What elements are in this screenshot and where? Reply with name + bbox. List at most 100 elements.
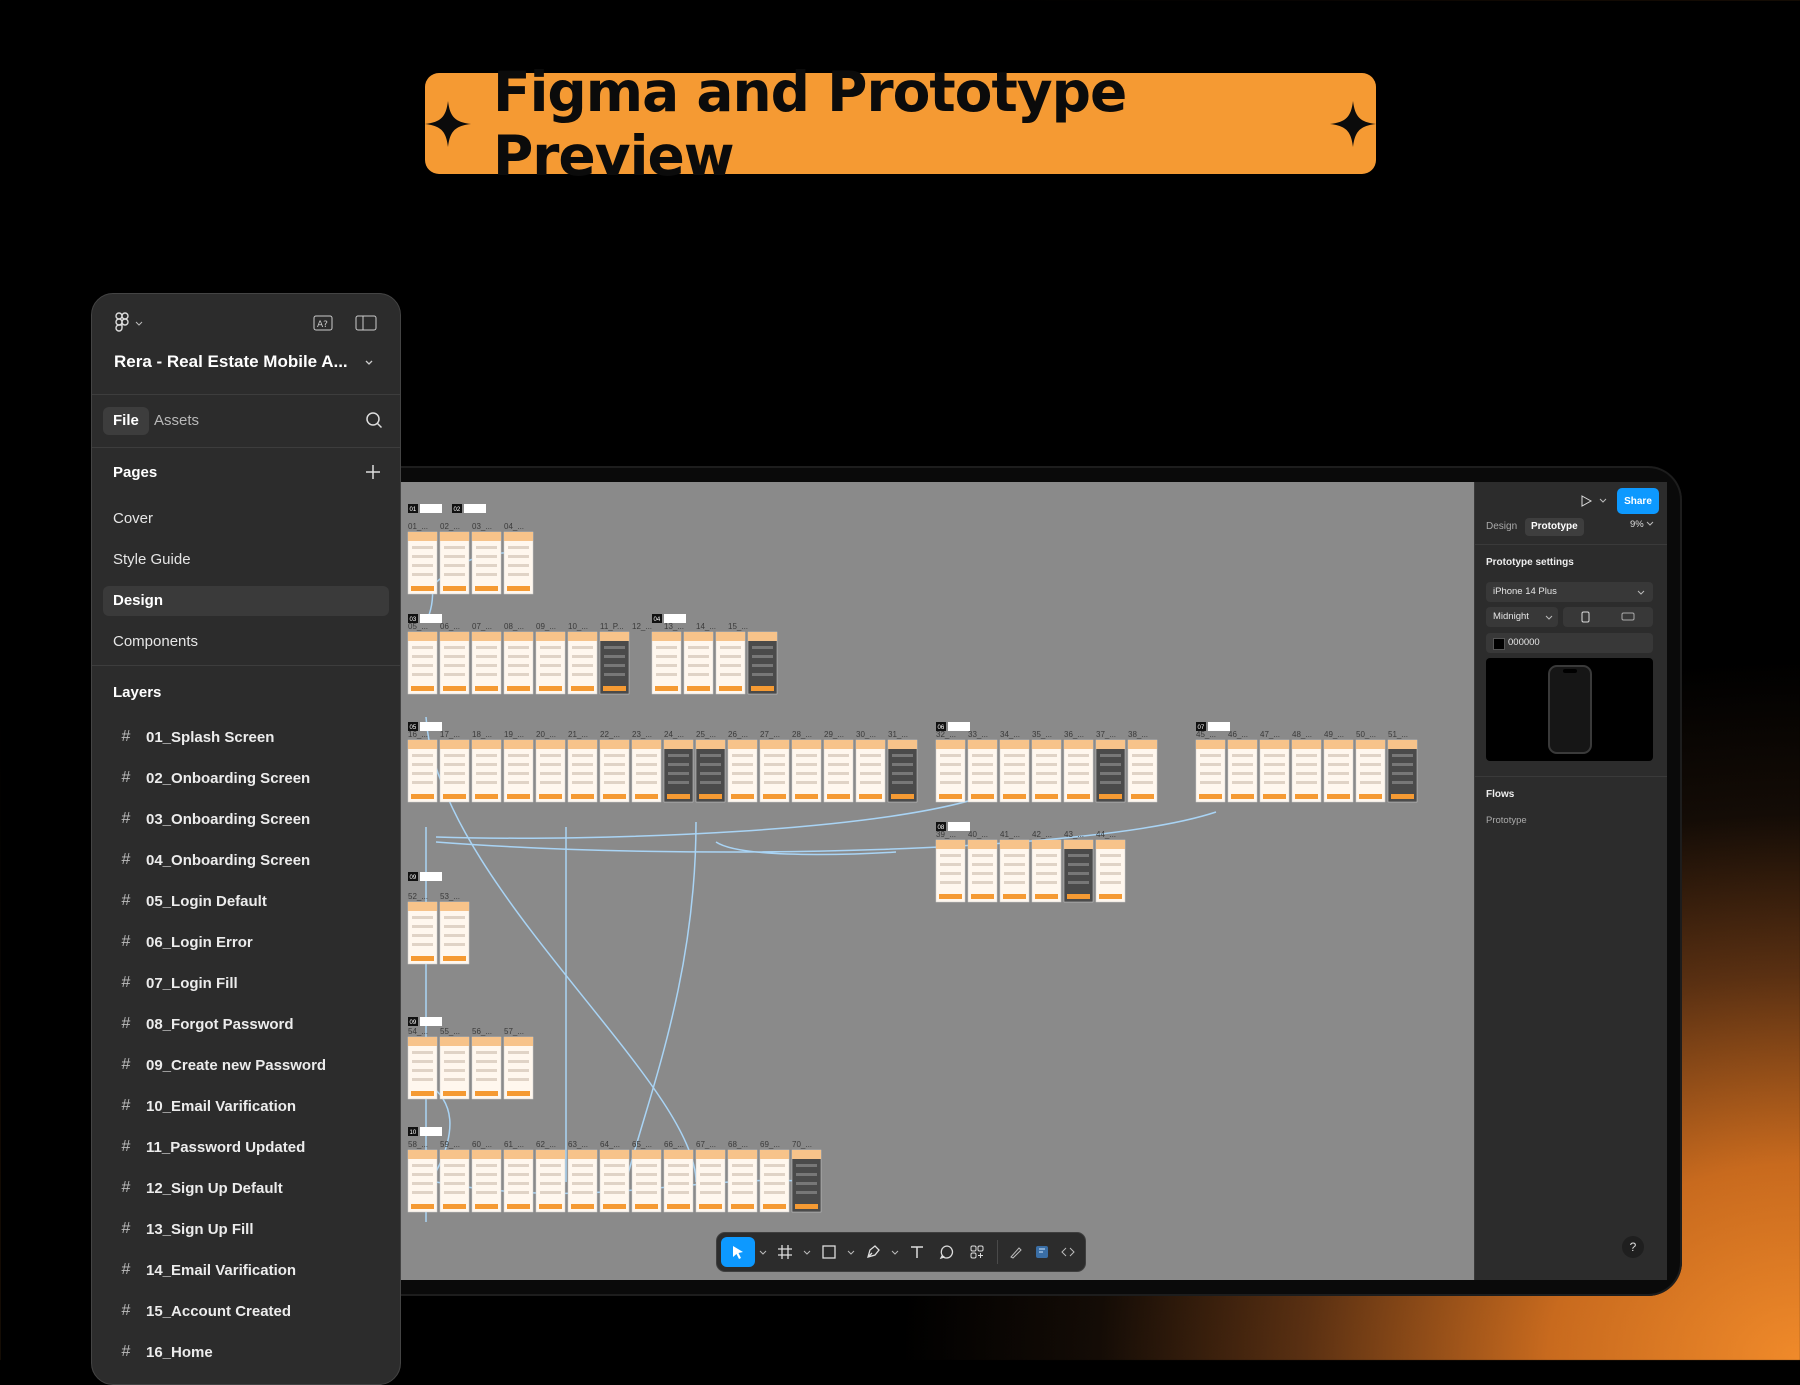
screen-frame: [567, 739, 598, 803]
frame-content: [412, 754, 433, 757]
layer-item[interactable]: #06_Login Error: [114, 930, 253, 954]
screen-frame: [1259, 739, 1290, 803]
frame-header: [792, 1150, 821, 1159]
main-menu[interactable]: [114, 312, 144, 334]
tab-prototype[interactable]: Prototype: [1525, 518, 1584, 536]
figma-canvas[interactable]: 01 02 01_... 02_... 03_... 04_... 03 04 05_... 06…: [396, 482, 1474, 1280]
screen-frame: [1355, 739, 1386, 803]
frame-content: [476, 646, 497, 649]
orientation-toggle[interactable]: [1563, 607, 1653, 627]
frame-icon[interactable]: [771, 1237, 799, 1267]
color-swatch[interactable]: [1493, 638, 1505, 650]
flow-item[interactable]: Prototype: [1486, 815, 1527, 826]
page-item-style-guide[interactable]: Style Guide: [103, 545, 389, 575]
frame-button: [1391, 794, 1414, 799]
layer-item[interactable]: #16_Home: [114, 1340, 213, 1364]
add-page-icon[interactable]: [363, 462, 383, 482]
frame-label: 08_...: [504, 622, 524, 631]
frame-header: [504, 532, 533, 541]
layer-item[interactable]: #05_Login Default: [114, 889, 267, 913]
frame-content: [572, 673, 593, 676]
components-icon[interactable]: [963, 1237, 991, 1267]
layer-item[interactable]: #04_Onboarding Screen: [114, 848, 311, 872]
layer-item[interactable]: #07_Login Fill: [114, 971, 238, 995]
background-color-field[interactable]: 000000: [1486, 633, 1653, 653]
move-icon[interactable]: [721, 1237, 755, 1267]
zoom-level[interactable]: 9%: [1630, 519, 1654, 530]
frame-content: [668, 781, 689, 784]
page-item-design[interactable]: Design: [103, 586, 389, 616]
layer-item[interactable]: #03_Onboarding Screen: [114, 807, 311, 831]
present-icon[interactable]: [1579, 494, 1593, 511]
frame-content: [412, 646, 433, 649]
frame-content: [476, 1060, 497, 1063]
frame-content: [1036, 781, 1057, 784]
frame-content: [764, 1182, 785, 1185]
text-icon[interactable]: [903, 1237, 931, 1267]
frame-button: [667, 1204, 690, 1209]
layer-item[interactable]: #14_Email Varification: [114, 1258, 297, 1282]
layer-item[interactable]: #10_Email Varification: [114, 1094, 297, 1118]
tab-design[interactable]: Design: [1480, 518, 1523, 536]
frame-content: [572, 1164, 593, 1167]
frame-content: [972, 854, 993, 857]
rectangle-icon[interactable]: [815, 1237, 843, 1267]
frame-header: [568, 632, 597, 641]
frame-button: [635, 794, 658, 799]
frame-content: [508, 564, 529, 567]
page-item-components[interactable]: Components: [103, 627, 389, 657]
tab-file[interactable]: File: [103, 407, 149, 435]
ai-icon[interactable]: A?: [312, 312, 334, 334]
page-item-cover[interactable]: Cover: [103, 504, 389, 534]
frame-content: [860, 781, 881, 784]
frame-content: [732, 1182, 753, 1185]
chevron-down-icon[interactable]: [845, 1237, 857, 1267]
layer-item[interactable]: #02_Onboarding Screen: [114, 766, 311, 790]
layer-item[interactable]: #15_Account Created: [114, 1299, 292, 1323]
design-mode-icon[interactable]: [1030, 1237, 1054, 1267]
frame-label: 45_...: [1196, 730, 1216, 739]
frame-content: [1200, 772, 1221, 775]
comment-icon[interactable]: [933, 1237, 961, 1267]
share-button[interactable]: Share: [1617, 488, 1659, 514]
frame-content: [1264, 763, 1285, 766]
device-select[interactable]: iPhone 14 Plus: [1486, 582, 1653, 602]
chevron-down-icon[interactable]: [1599, 496, 1607, 507]
layer-item[interactable]: #12_Sign Up Default: [114, 1176, 283, 1200]
frame-header: [472, 632, 501, 641]
chevron-down-icon[interactable]: [801, 1237, 813, 1267]
layer-item[interactable]: #08_Forgot Password: [114, 1012, 294, 1036]
frame-content: [572, 772, 593, 775]
draw-icon[interactable]: [1004, 1237, 1028, 1267]
chevron-down-icon[interactable]: [364, 354, 374, 372]
tab-assets[interactable]: Assets: [144, 407, 209, 435]
frame-content: [540, 1173, 561, 1176]
frame-label: 23_...: [632, 730, 652, 739]
frame-header: [472, 1037, 501, 1046]
frame-header: [632, 740, 661, 749]
layer-label: 15_Account Created: [146, 1302, 292, 1320]
search-icon[interactable]: [364, 410, 384, 430]
frame-content: [720, 646, 741, 649]
frame-button: [891, 794, 914, 799]
frame-content: [892, 781, 913, 784]
help-button[interactable]: ?: [1622, 1236, 1644, 1258]
pen-icon[interactable]: [859, 1237, 887, 1267]
layer-item[interactable]: #13_Sign Up Fill: [114, 1217, 254, 1241]
sidebar-toggle-icon[interactable]: [354, 312, 378, 334]
frame-content: [540, 655, 561, 658]
layer-label: 12_Sign Up Default: [146, 1179, 283, 1197]
layer-item[interactable]: #09_Create new Password: [114, 1053, 327, 1077]
dev-mode-icon[interactable]: [1056, 1237, 1080, 1267]
chevron-down-icon[interactable]: [889, 1237, 901, 1267]
file-name[interactable]: Rera - Real Estate Mobile A...: [114, 352, 348, 372]
frame-button: [507, 1091, 530, 1096]
layer-item[interactable]: #01_Splash Screen: [114, 725, 275, 749]
model-color-select[interactable]: Midnight: [1486, 607, 1558, 627]
layer-item[interactable]: #11_Password Updated: [114, 1135, 306, 1159]
screen-frame: [747, 631, 778, 695]
frame-content: [636, 1173, 657, 1176]
chevron-down-icon[interactable]: [757, 1237, 769, 1267]
frame-content: [412, 573, 433, 576]
frame-content: [940, 754, 961, 757]
